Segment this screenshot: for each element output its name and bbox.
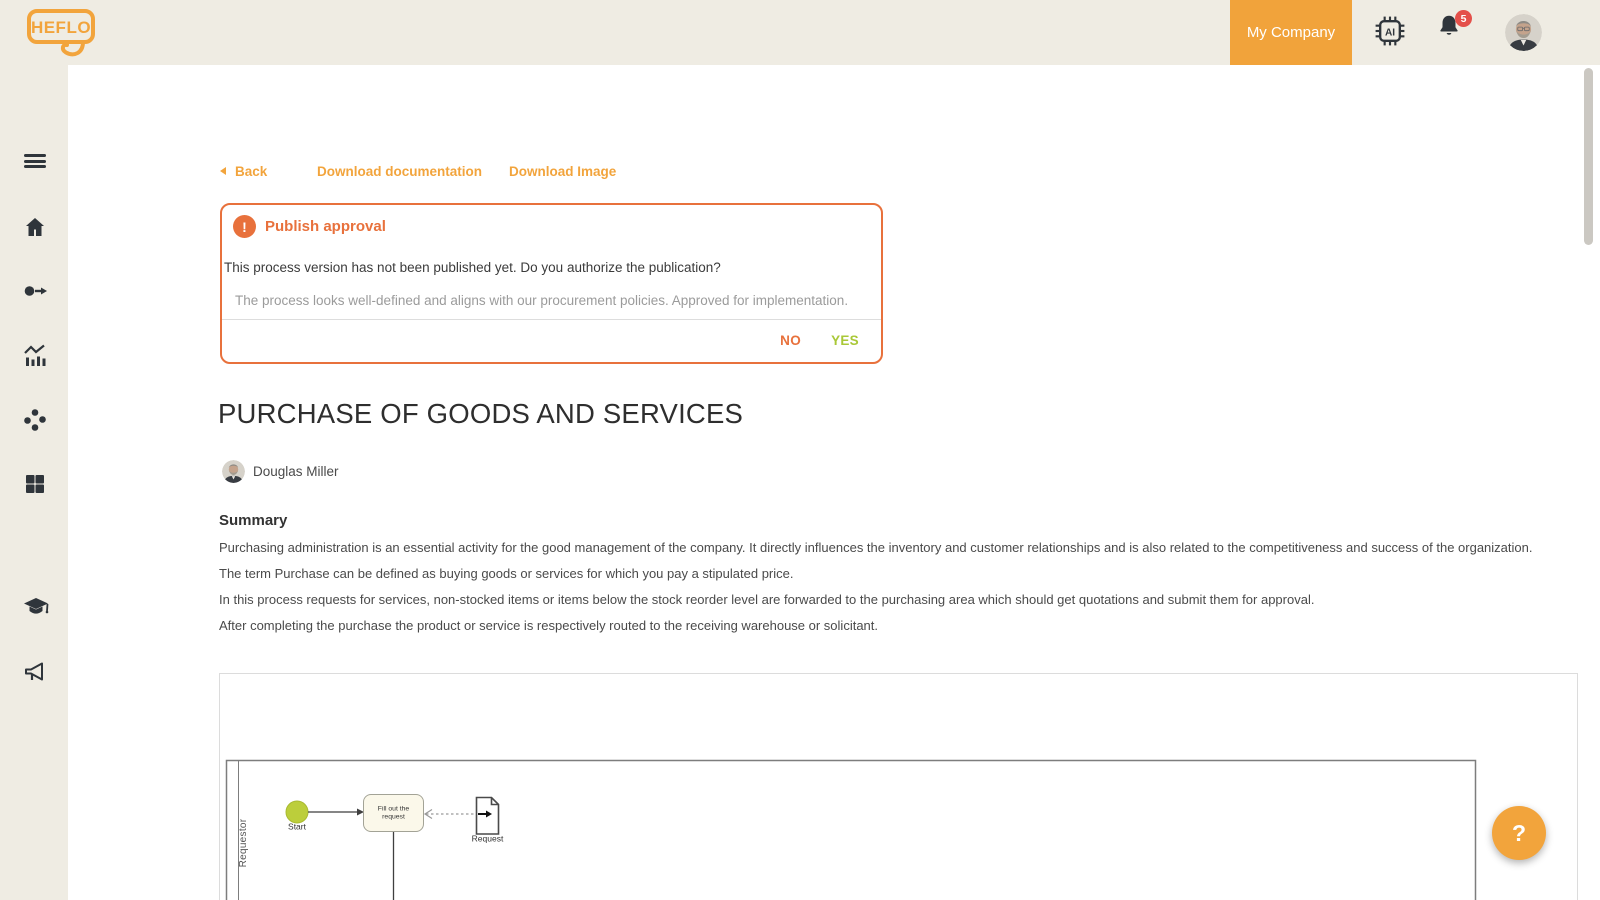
top-bar: HEFLO My Company AI 5 bbox=[0, 0, 1600, 65]
bpmn-diagram: Requestor Approver Start Fill out the re… bbox=[219, 673, 1578, 900]
author-name: Douglas Miller bbox=[253, 464, 339, 479]
summary-paragraph: Purchasing administration is an essentia… bbox=[219, 535, 1579, 561]
analytics-icon[interactable] bbox=[23, 343, 48, 373]
content-panel: Back Download documentation Download Ima… bbox=[68, 65, 1600, 900]
academy-icon[interactable] bbox=[23, 596, 49, 624]
yes-button[interactable]: YES bbox=[831, 333, 859, 348]
task-fill-out-the-request: Fill out the request bbox=[363, 794, 424, 832]
home-icon[interactable] bbox=[23, 215, 47, 244]
menu-icon[interactable] bbox=[24, 154, 46, 171]
sidebar bbox=[0, 65, 68, 900]
process-flow-icon[interactable] bbox=[23, 279, 48, 308]
dialog-divider bbox=[222, 319, 881, 320]
publish-approval-dialog: ! Publish approval This process version … bbox=[220, 203, 883, 364]
no-button[interactable]: NO bbox=[780, 333, 801, 348]
scrollbar-thumb[interactable] bbox=[1584, 68, 1593, 245]
dialog-title: Publish approval bbox=[265, 218, 386, 235]
author-avatar bbox=[222, 460, 245, 483]
user-avatar[interactable] bbox=[1505, 14, 1542, 51]
notifications-button[interactable]: 5 bbox=[1436, 13, 1478, 55]
apps-grid-icon[interactable] bbox=[23, 472, 47, 501]
summary-paragraph: After completing the purchase the produc… bbox=[219, 613, 1579, 639]
download-documentation-button[interactable]: Download documentation bbox=[317, 164, 482, 179]
ai-assistant-icon[interactable]: AI bbox=[1374, 15, 1406, 52]
summary-heading: Summary bbox=[219, 512, 287, 529]
help-button[interactable]: ? bbox=[1492, 806, 1546, 860]
data-object-label: Request bbox=[453, 835, 522, 844]
summary-paragraph: The term Purchase can be defined as buyi… bbox=[219, 561, 1579, 587]
page-title: PURCHASE OF GOODS AND SERVICES bbox=[218, 398, 743, 430]
heflo-logo[interactable]: HEFLO bbox=[26, 7, 104, 66]
dialog-question: This process version has not been publis… bbox=[224, 260, 864, 275]
company-button[interactable]: My Company bbox=[1230, 0, 1352, 65]
logo-text: HEFLO bbox=[31, 18, 91, 37]
notification-badge: 5 bbox=[1455, 10, 1472, 27]
task-label: Fill out the request bbox=[373, 805, 413, 821]
back-arrow-icon bbox=[220, 167, 226, 175]
bpmn-diagram-shapes bbox=[220, 674, 1578, 900]
summary-paragraphs: Purchasing administration is an essentia… bbox=[219, 535, 1579, 639]
page: Back Download documentation Download Ima… bbox=[0, 0, 1600, 900]
announcements-icon[interactable] bbox=[23, 660, 47, 689]
lane-label-requestor: Requestor bbox=[238, 783, 252, 900]
approval-comment-input[interactable]: The process looks well-defined and align… bbox=[235, 293, 865, 308]
svg-text:AI: AI bbox=[1385, 27, 1395, 38]
start-event-label: Start bbox=[263, 823, 331, 832]
back-button[interactable]: Back bbox=[235, 164, 267, 179]
download-image-button[interactable]: Download Image bbox=[509, 164, 616, 179]
summary-paragraph: In this process requests for services, n… bbox=[219, 587, 1579, 613]
cluster-icon[interactable] bbox=[23, 408, 47, 437]
alert-icon: ! bbox=[233, 215, 256, 238]
